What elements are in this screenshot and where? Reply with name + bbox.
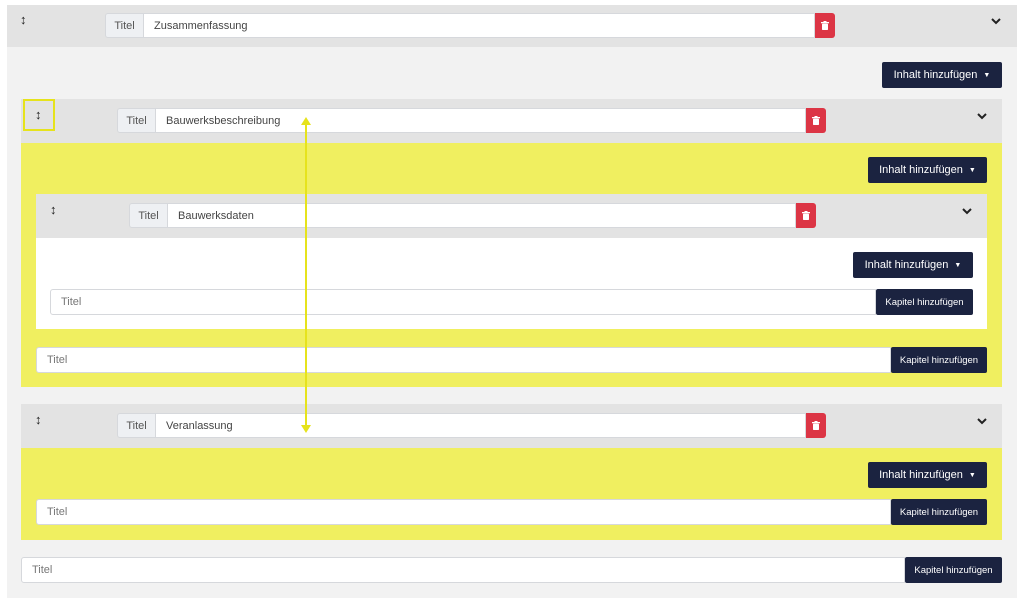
title-input[interactable]: Veranlassung <box>155 413 806 438</box>
chapter-title-input[interactable]: Titel <box>50 289 876 315</box>
trash-icon <box>812 116 820 125</box>
add-content-label: Inhalt hinzufügen <box>864 259 949 271</box>
drag-handle-icon[interactable]: ↕ <box>35 413 42 426</box>
add-content-button[interactable]: Inhalt hinzufügen ▼ <box>882 62 1002 88</box>
title-addon: Titel <box>129 203 167 228</box>
section-body-bauwerksdaten <box>36 238 987 329</box>
add-content-label: Inhalt hinzufügen <box>893 69 978 81</box>
chapter-title-input[interactable]: Titel <box>36 499 891 525</box>
chevron-down-icon[interactable] <box>977 413 987 428</box>
add-content-button[interactable]: Inhalt hinzufügen ▼ <box>868 157 987 183</box>
add-content-button[interactable]: Inhalt hinzufügen ▼ <box>868 462 987 488</box>
caret-down-icon: ▼ <box>983 71 991 79</box>
title-addon: Titel <box>117 413 155 438</box>
trash-icon <box>812 421 820 430</box>
delete-button[interactable] <box>806 108 826 133</box>
drag-handle-icon[interactable]: ↕ <box>20 13 27 26</box>
add-chapter-button[interactable]: Kapitel hinzufügen <box>891 347 987 373</box>
chevron-down-icon[interactable] <box>962 203 972 218</box>
caret-down-icon: ▼ <box>968 166 976 174</box>
drop-indicator-arrow <box>301 117 311 433</box>
chapter-title-input[interactable]: Titel <box>36 347 891 373</box>
title-input[interactable]: Bauwerksbeschreibung <box>155 108 806 133</box>
title-input[interactable]: Bauwerksdaten <box>167 203 796 228</box>
title-addon: Titel <box>117 108 155 133</box>
add-content-button[interactable]: Inhalt hinzufügen ▼ <box>853 252 973 278</box>
chevron-down-icon[interactable] <box>977 108 987 123</box>
delete-button[interactable] <box>806 413 826 438</box>
add-content-label: Inhalt hinzufügen <box>879 164 963 176</box>
trash-icon <box>802 211 810 220</box>
delete-button[interactable] <box>796 203 816 228</box>
add-chapter-button[interactable]: Kapitel hinzufügen <box>876 289 973 315</box>
trash-icon <box>821 21 829 30</box>
caret-down-icon: ▼ <box>968 471 976 479</box>
add-chapter-button[interactable]: Kapitel hinzufügen <box>905 557 1002 583</box>
section-body-veranlassung <box>21 448 1002 540</box>
chapter-title-input[interactable]: Titel <box>21 557 905 583</box>
drag-handle-icon[interactable]: ↕ <box>35 108 42 121</box>
drag-handle-icon[interactable]: ↕ <box>50 203 57 216</box>
add-chapter-button[interactable]: Kapitel hinzufügen <box>891 499 987 525</box>
title-addon: Titel <box>105 13 143 38</box>
caret-down-icon: ▼ <box>954 261 962 269</box>
title-input[interactable]: Zusammenfassung <box>143 13 815 38</box>
add-content-label: Inhalt hinzufügen <box>879 469 963 481</box>
chevron-down-icon[interactable] <box>991 13 1001 28</box>
delete-button[interactable] <box>815 13 835 38</box>
